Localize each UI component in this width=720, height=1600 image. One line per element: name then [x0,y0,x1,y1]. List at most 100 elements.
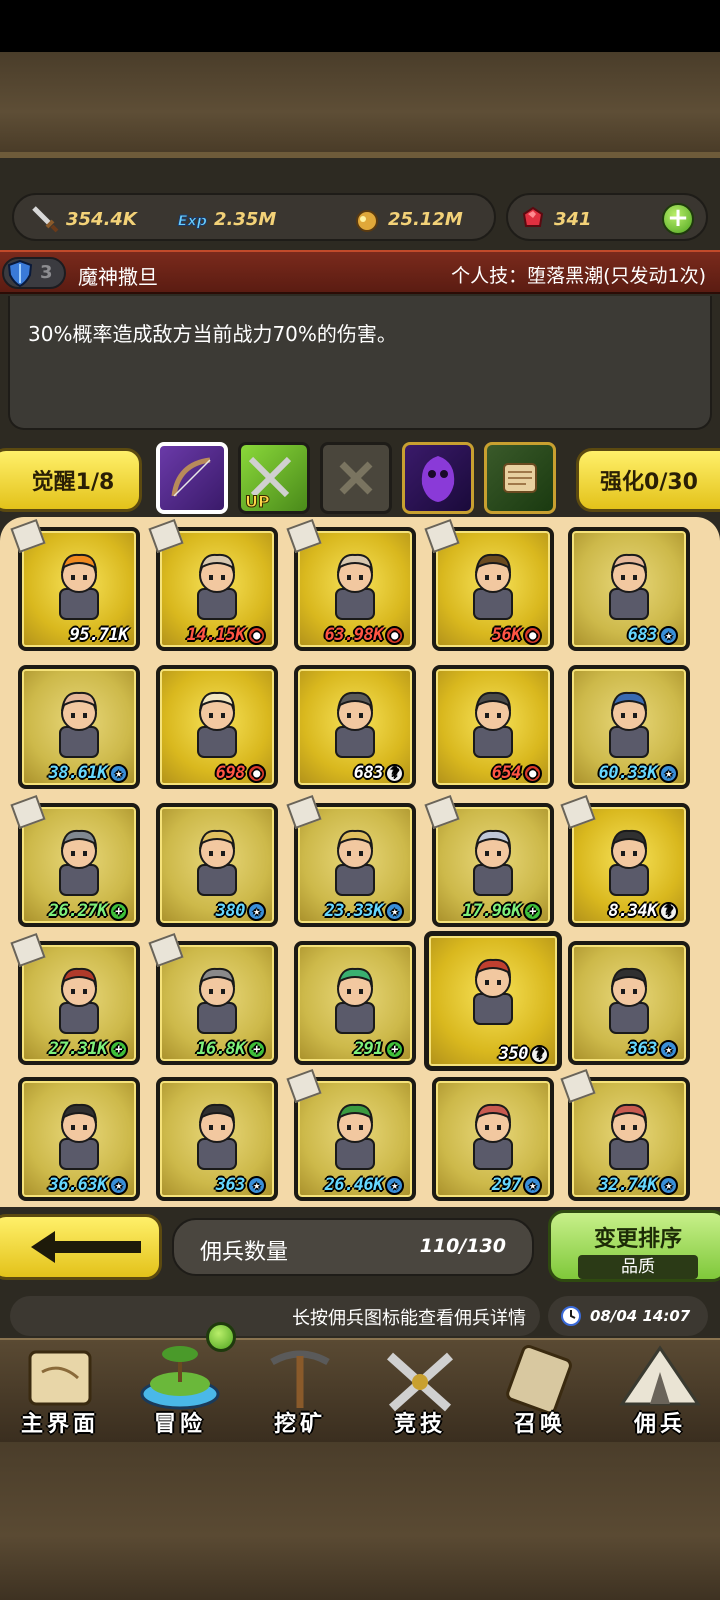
mercenary-card[interactable]: 60.33K ★ [568,665,690,789]
rank-badge-icon: ★ [109,1175,128,1195]
mercenary-card[interactable]: 95.71K [10,518,140,651]
sword-icon [28,202,62,236]
power-value: 350 [498,1044,529,1064]
mercenary-count-box: 佣兵数量 110/130 [172,1218,534,1276]
note-tag-icon [424,794,460,830]
sort-mode: 品质 [578,1255,698,1279]
mercenary-card[interactable]: 297 ★ [432,1077,554,1201]
power-label: 26.46K ★ [325,1175,404,1195]
clock-icon [561,1306,581,1326]
rank-badge-icon: ★ [385,901,404,921]
mercenary-card[interactable]: 14.15K ● [148,518,278,651]
power-label: 16.8K + [196,1039,266,1059]
mercenary-card[interactable]: 380 ★ [156,803,278,927]
power-value: 698 [215,763,246,783]
back-button[interactable] [0,1214,162,1280]
nav-item-5[interactable]: 佣兵 [600,1340,720,1444]
power-label: 297 ★ [492,1175,542,1195]
mercenary-card[interactable]: 698 ● [156,665,278,789]
mercenary-card[interactable]: 38.61K ★ [18,665,140,789]
nav-item-4[interactable]: 召唤 [480,1340,600,1444]
dark-spirit-icon[interactable] [402,442,474,514]
mercenary-name: 魔神撒旦 [78,265,158,289]
note-tag-icon [286,1068,322,1104]
rank-badge-icon: ● [247,763,266,783]
power-label: 683 ★ [628,625,678,645]
mercenary-card[interactable]: 683? [294,665,416,789]
mercenary-card[interactable]: 17.96K + [424,794,554,927]
mercenary-card[interactable]: 16.8K + [148,932,278,1065]
mercenary-sprite [59,829,99,896]
change-sort-button[interactable]: 变更排序 品质 [548,1210,720,1282]
mercenary-card[interactable]: 56K ● [424,518,554,651]
power-label: 32.74K ★ [599,1175,678,1195]
skill-level-badge: 3 [2,257,66,289]
mercenary-card[interactable]: 654 ● [432,665,554,789]
count-label: 佣兵数量 [200,1240,289,1265]
mercenary-card[interactable]: 350? [424,931,562,1071]
mercenary-sprite [59,691,99,758]
power-value: 297 [491,1175,522,1195]
upgrade-up-icon[interactable]: UP [238,442,310,514]
skill-level-number: 3 [40,262,53,283]
mercenary-card[interactable]: 363 ★ [156,1077,278,1201]
mercenary-card[interactable]: 363 ★ [568,941,690,1065]
note-tag-icon [148,518,184,554]
mercenary-grid: 95.71K 14.15K ● 63.98K ● 56K ● 683 ★ 38.61K ★ 698 ● 6… [0,517,720,1207]
gem-value: 341 [554,208,592,230]
attack-value: 354.4K [66,208,137,230]
nav-item-2[interactable]: 挖矿 [240,1340,360,1444]
enhance-button[interactable]: 强化0/30 [576,448,720,512]
mercenary-card[interactable]: 683 ★ [568,527,690,651]
nav-item-0[interactable]: 主界面 [0,1340,120,1444]
bow-icon[interactable] [156,442,228,514]
scroll-icon[interactable] [484,442,556,514]
mercenary-sprite [335,1103,375,1170]
resource-bar: 354.4K Exp 2.35M 25.12M [12,193,496,241]
island-icon [140,1346,220,1410]
nav-item-3[interactable]: 竞技 [360,1340,480,1444]
rank-badge-icon: ● [385,625,404,645]
nav-label: 挖矿 [273,1412,326,1437]
power-label: 654 ● [492,763,542,783]
mercenary-card[interactable]: 8.34K? [560,794,690,927]
mercenary-sprite [335,553,375,620]
rank-badge-icon: ★ [247,901,266,921]
mercenary-card[interactable]: 27.31K + [10,932,140,1065]
note-tag-icon [10,794,46,830]
mercenary-card[interactable]: 32.74K ★ [560,1068,690,1201]
gold-bag-icon [350,202,384,236]
notification-dot [206,1322,236,1352]
bottom-nav: 主界面 冒险 挖矿 竞技 召唤 佣兵 [0,1338,720,1442]
time-bar: 08/04 14:07 [548,1296,708,1336]
power-label: 380 ★ [216,901,266,921]
status-bar [0,0,720,52]
mercenary-card[interactable]: 36.63K ★ [18,1077,140,1201]
power-label: 60.33K ★ [599,763,678,783]
power-label: 363 ★ [216,1175,266,1195]
rank-badge-icon: + [385,1039,404,1059]
power-value: 63.98K [324,625,384,645]
empty-slot-icon[interactable] [320,442,392,514]
power-value: 16.8K [196,1039,245,1059]
nav-item-1[interactable]: 冒险 [120,1340,240,1444]
mercenary-card[interactable]: 26.46K ★ [286,1068,416,1201]
power-label: 14.15K ● [187,625,266,645]
add-gems-button[interactable]: + [662,203,694,235]
mercenary-card[interactable]: 291 + [294,941,416,1065]
hint-bar: 长按佣兵图标能查看佣兵详情 [10,1296,540,1336]
awaken-button[interactable]: 觉醒1/8 [0,448,142,512]
mercenary-card[interactable]: 26.27K + [10,794,140,927]
mercenary-sprite [473,553,513,620]
server-time: 08/04 14:07 [590,1307,691,1325]
power-label: 95.71K [69,625,129,645]
power-value: 683 [627,625,658,645]
mercenary-sprite [59,967,99,1034]
power-value: 95.71K [69,625,129,645]
mercenary-card[interactable]: 63.98K ● [286,518,416,651]
mercenary-card[interactable]: 23.33K ★ [286,794,416,927]
mercenary-sprite [335,829,375,896]
rank-badge-icon: ● [247,625,266,645]
gold-resource: 25.12M [350,195,463,243]
mercenary-sprite [473,691,513,758]
